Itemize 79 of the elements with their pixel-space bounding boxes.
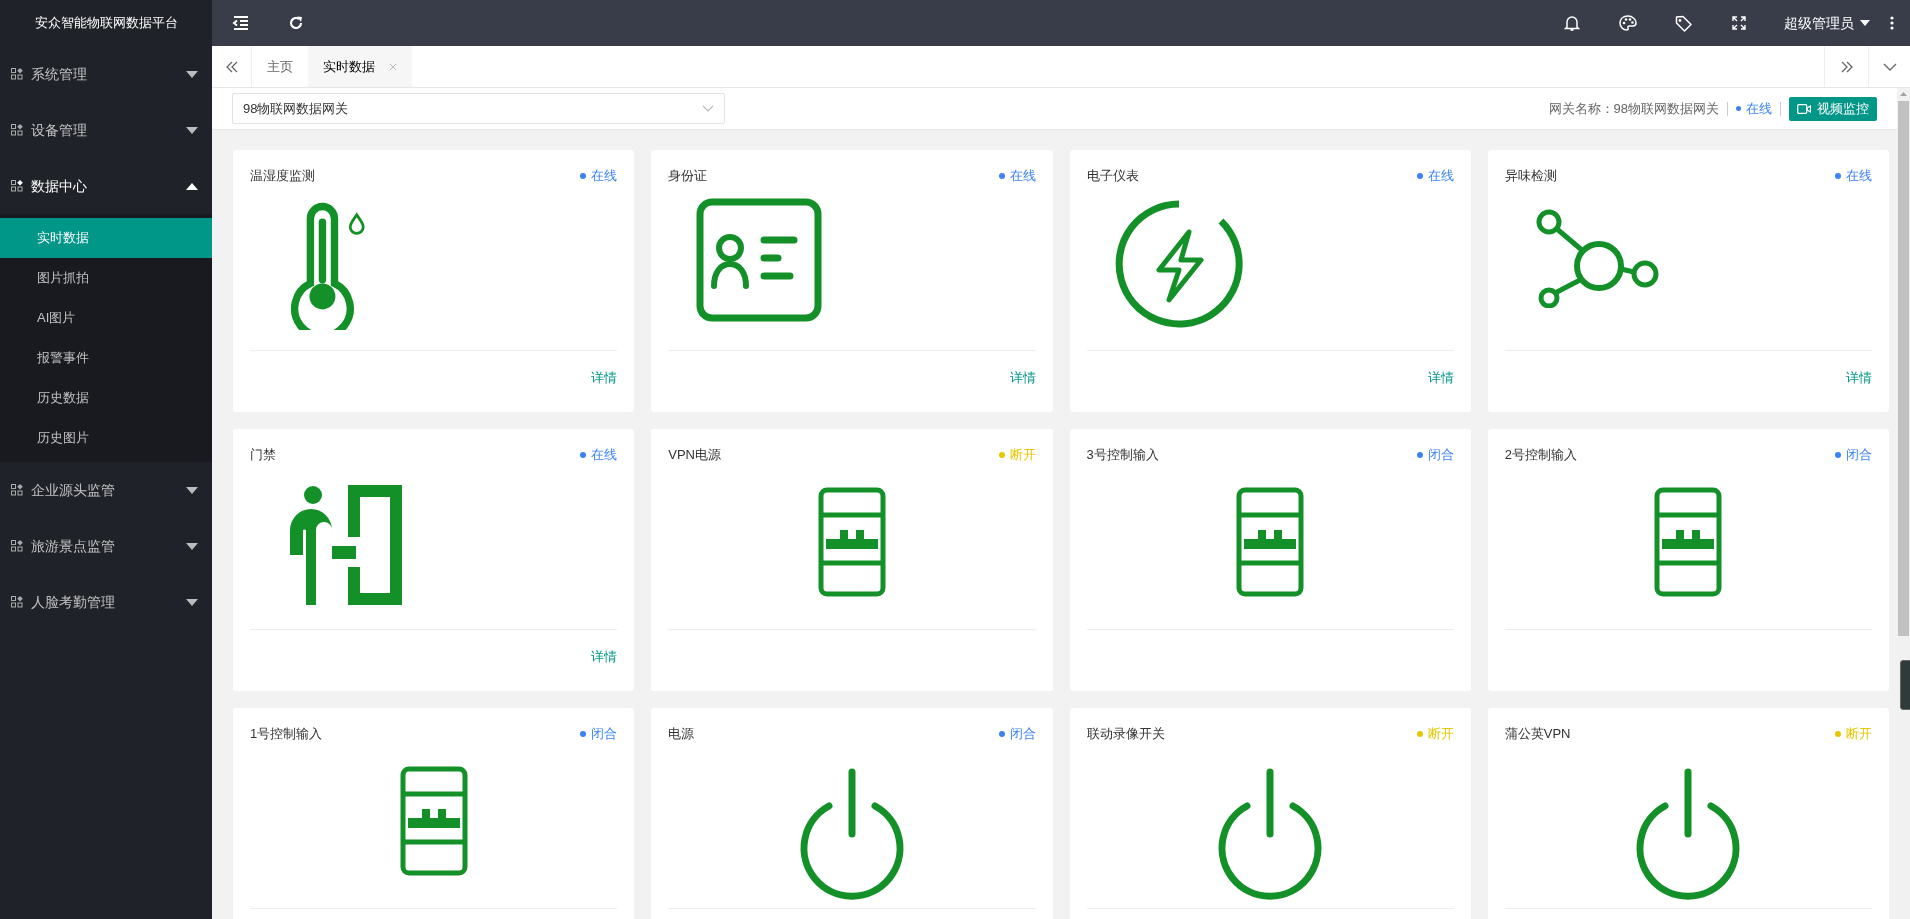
grid-icon <box>11 484 23 496</box>
caret-icon <box>186 70 198 78</box>
gateway-name: 网关名称：98物联网数据网关 <box>1548 99 1719 118</box>
device-status: 在线 <box>591 445 618 464</box>
bell-icon[interactable] <box>1564 14 1580 32</box>
device-status: 在线 <box>1846 166 1872 185</box>
grid-icon <box>11 124 23 136</box>
video-monitor-button[interactable]: 视频监控 <box>1789 96 1877 121</box>
tag-icon[interactable] <box>1675 14 1692 32</box>
refresh-icon[interactable] <box>288 15 304 31</box>
more-icon[interactable] <box>1890 16 1894 30</box>
caret-icon <box>186 598 198 606</box>
device-name: 身份证 <box>668 166 709 185</box>
device-status: 在线 <box>1009 166 1036 185</box>
fullscreen-icon[interactable] <box>1732 16 1746 30</box>
switch-device-icon <box>817 487 886 597</box>
device-status: 闭合 <box>1427 445 1454 464</box>
app-title: 安众智能物联网数据平台 <box>34 14 178 33</box>
caret-icon <box>186 486 198 494</box>
caret-icon <box>702 105 714 112</box>
grid-icon <box>11 540 23 552</box>
tab[interactable]: 主页 <box>252 46 308 87</box>
device-name: 2号控制输入 <box>1504 445 1578 464</box>
device-name: 门禁 <box>250 445 277 464</box>
menu-item[interactable]: 图片抓拍 <box>0 258 212 298</box>
palette-icon[interactable] <box>1619 15 1637 31</box>
device-status: 闭合 <box>1009 724 1036 743</box>
device-name: VPN电源 <box>668 445 722 464</box>
device-name: 3号控制输入 <box>1086 445 1160 464</box>
details-link[interactable]: 详情 <box>1427 365 1454 388</box>
device-name: 1号控制输入 <box>250 724 324 743</box>
grid-icon <box>11 180 23 192</box>
menu-group[interactable]: 设备管理 <box>0 102 212 158</box>
device-name: 蒲公英VPN <box>1504 724 1572 743</box>
menu-group[interactable]: 人脸考勤管理 <box>0 574 212 630</box>
device-name: 温湿度监测 <box>250 166 316 185</box>
switch-device-icon <box>399 766 468 876</box>
menu-group[interactable]: 系统管理 <box>0 46 212 102</box>
menu-item[interactable]: 实时数据 <box>0 218 212 258</box>
grid-icon <box>11 68 23 80</box>
caret-icon <box>186 126 198 134</box>
device-name: 电子仪表 <box>1086 166 1140 185</box>
switch-device-icon <box>1236 487 1305 597</box>
details-link[interactable]: 详情 <box>591 644 618 667</box>
menu-item[interactable]: 历史图片 <box>0 418 212 458</box>
device-name: 联动录像开关 <box>1086 724 1166 743</box>
person-door-icon <box>290 485 402 605</box>
device-status: 断开 <box>1009 445 1036 464</box>
gateway-status: 在线 <box>1746 99 1772 118</box>
video-camera-icon <box>1797 103 1811 114</box>
details-link[interactable]: 详情 <box>1009 365 1036 388</box>
caret-icon <box>186 542 198 550</box>
molecule-icon <box>1534 208 1659 308</box>
tab[interactable]: 实时数据 <box>308 46 412 87</box>
device-status: 断开 <box>1846 724 1872 743</box>
menu-group[interactable]: 企业源头监管 <box>0 462 212 518</box>
details-link[interactable]: 详情 <box>1846 365 1872 388</box>
menu-item[interactable]: 历史数据 <box>0 378 212 418</box>
menu-group[interactable]: 数据中心 <box>0 158 212 214</box>
device-name: 异味检测 <box>1504 166 1558 185</box>
switch-device-icon <box>1654 487 1723 597</box>
details-link[interactable]: 详情 <box>591 365 618 388</box>
caret-icon <box>1860 20 1870 26</box>
device-name: 电源 <box>668 724 696 743</box>
gateway-select[interactable]: 98物联网数据网关 <box>232 93 725 124</box>
device-status: 断开 <box>1427 724 1454 743</box>
caret-icon <box>186 182 198 190</box>
device-status: 闭合 <box>1846 445 1872 464</box>
menu-item[interactable]: AI图片 <box>0 298 212 338</box>
menu-group[interactable]: 旅游景点监管 <box>0 518 212 574</box>
user-menu[interactable]: 超级管理员 <box>1784 12 1870 34</box>
menu-item[interactable]: 报警事件 <box>0 338 212 378</box>
device-status: 在线 <box>1427 166 1454 185</box>
menu-collapse-icon[interactable] <box>232 14 250 32</box>
id-card-icon <box>696 198 823 322</box>
scrollbar-thumb[interactable] <box>1898 101 1909 636</box>
device-status: 在线 <box>591 166 618 185</box>
device-status: 闭合 <box>591 724 618 743</box>
grid-icon <box>11 596 23 608</box>
